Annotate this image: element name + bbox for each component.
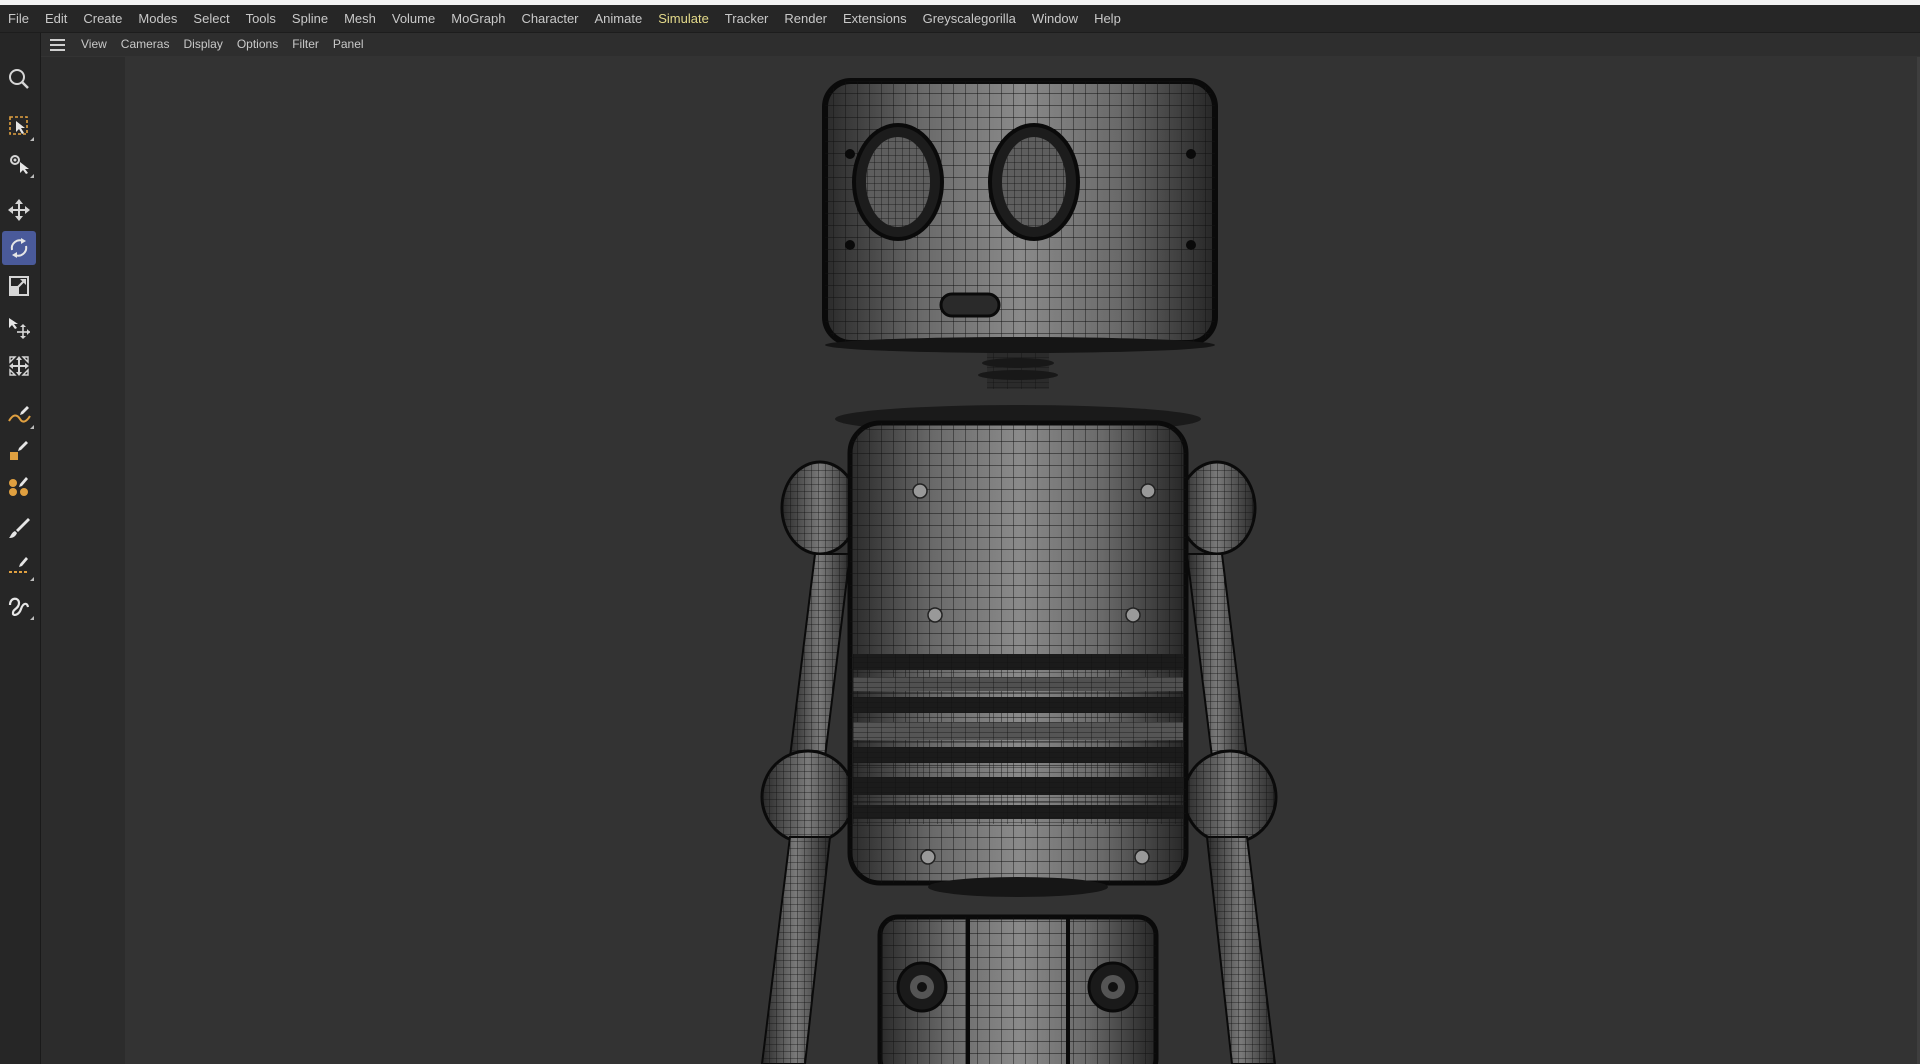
spline-sketch-icon[interactable] (2, 433, 36, 467)
move-icon[interactable] (2, 193, 36, 227)
menu-animate[interactable]: Animate (587, 5, 651, 32)
menu-modes[interactable]: Modes (130, 5, 185, 32)
menu-tracker[interactable]: Tracker (717, 5, 777, 32)
menu-window[interactable]: Window (1024, 5, 1086, 32)
tool-palette (0, 33, 41, 1064)
viewport-menu-display[interactable]: Display (176, 33, 229, 56)
menu-edit[interactable]: Edit (37, 5, 75, 32)
menu-volume[interactable]: Volume (384, 5, 443, 32)
search-icon[interactable] (2, 62, 36, 96)
spline-smooth-icon[interactable] (2, 588, 36, 622)
menu-file[interactable]: File (0, 5, 37, 32)
menu-greyscalegorilla[interactable]: Greyscalegorilla (915, 5, 1024, 32)
spline-boolean-icon[interactable] (2, 469, 36, 503)
robot-head (822, 78, 1218, 353)
menu-mesh[interactable]: Mesh (336, 5, 384, 32)
robot-neck (978, 353, 1058, 389)
knife-icon[interactable] (2, 549, 36, 583)
viewport-left-panel (41, 57, 125, 1064)
robot-arm-right (1177, 460, 1278, 1064)
viewport-menubar: View Cameras Display Options Filter Pane… (40, 33, 1920, 56)
robot-torso (835, 405, 1201, 897)
spline-pen-icon[interactable] (2, 397, 36, 431)
robot-wireframe-model (760, 78, 1278, 1064)
menu-extensions[interactable]: Extensions (835, 5, 915, 32)
menu-spline[interactable]: Spline (284, 5, 336, 32)
brush-icon[interactable] (2, 511, 36, 545)
3d-viewport[interactable] (125, 57, 1920, 1064)
robot-arm-left (760, 460, 860, 1064)
scale-icon[interactable] (2, 269, 36, 303)
transform-icon[interactable] (2, 311, 36, 345)
robot-hips (877, 914, 1159, 1064)
viewport-menu-filter[interactable]: Filter (285, 33, 326, 56)
menu-create[interactable]: Create (75, 5, 130, 32)
menu-simulate[interactable]: Simulate (650, 5, 717, 32)
main-menubar: File Edit Create Modes Select Tools Spli… (0, 5, 1920, 33)
menu-tools[interactable]: Tools (238, 5, 284, 32)
hamburger-menu-icon[interactable] (46, 33, 68, 56)
multi-transform-icon[interactable] (2, 349, 36, 383)
viewport-menu-cameras[interactable]: Cameras (114, 33, 177, 56)
viewport-menu-panel[interactable]: Panel (326, 33, 371, 56)
rotate-icon[interactable] (2, 231, 36, 265)
viewport-menu-options[interactable]: Options (230, 33, 285, 56)
tweak-move-icon[interactable] (2, 146, 36, 180)
viewport-menu-view[interactable]: View (74, 33, 114, 56)
menu-help[interactable]: Help (1086, 5, 1129, 32)
menu-render[interactable]: Render (776, 5, 835, 32)
menu-select[interactable]: Select (185, 5, 237, 32)
menu-mograph[interactable]: MoGraph (443, 5, 513, 32)
menu-character[interactable]: Character (513, 5, 586, 32)
live-selection-icon[interactable] (2, 109, 36, 143)
